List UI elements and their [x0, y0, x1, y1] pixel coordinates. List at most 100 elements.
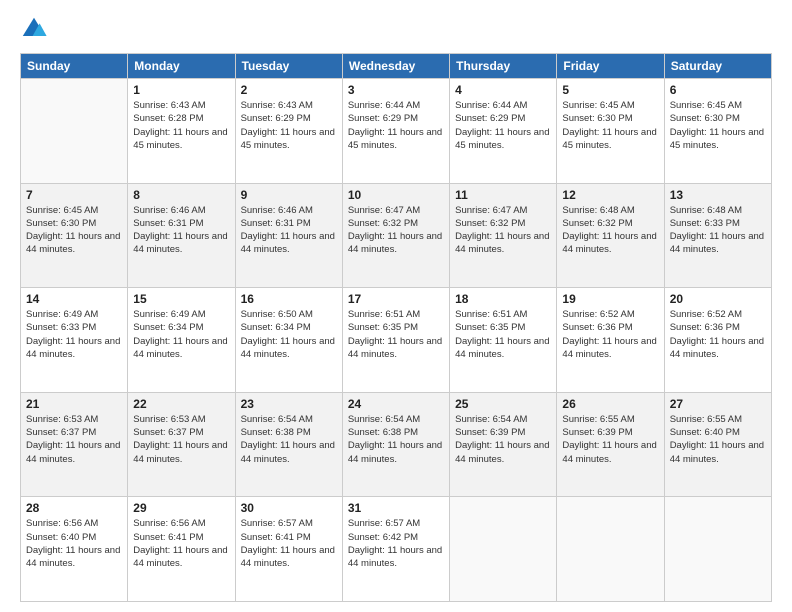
cell-info: Sunrise: 6:48 AMSunset: 6:32 PMDaylight:…: [562, 204, 658, 257]
cell-info: Sunrise: 6:46 AMSunset: 6:31 PMDaylight:…: [241, 204, 337, 257]
calendar-cell: 27Sunrise: 6:55 AMSunset: 6:40 PMDayligh…: [664, 392, 771, 497]
calendar-cell: 31 Sunrise: 6:57 AMSunset: 6:42 PMDayligh…: [342, 497, 449, 602]
calendar-cell: [450, 497, 557, 602]
cell-info: Sunrise: 6:54 AMSunset: 6:39 PMDaylight:…: [455, 413, 551, 466]
calendar-week-row: 1 Sunrise: 6:43 AMSunset: 6:28 PMDaylight…: [21, 79, 772, 184]
cell-info: Sunrise: 6:49 AMSunset: 6:34 PMDaylight:…: [133, 308, 229, 361]
cell-day-number: 3: [348, 83, 444, 97]
cell-info: Sunrise: 6:49 AMSunset: 6:33 PMDaylight:…: [26, 308, 122, 361]
calendar-week-row: 28Sunrise: 6:56 AMSunset: 6:40 PMDayligh…: [21, 497, 772, 602]
cell-day-number: 6: [670, 83, 766, 97]
cell-info: Sunrise: 6:43 AMSunset: 6:28 PMDaylight:…: [133, 99, 229, 152]
cell-day-number: 24: [348, 397, 444, 411]
calendar-cell: 2 Sunrise: 6:43 AMSunset: 6:29 PMDaylight…: [235, 79, 342, 184]
cell-info: Sunrise: 6:48 AMSunset: 6:33 PMDaylight:…: [670, 204, 766, 257]
calendar-cell: 21 Sunrise: 6:53 AMSunset: 6:37 PMDayligh…: [21, 392, 128, 497]
calendar-cell: 28Sunrise: 6:56 AMSunset: 6:40 PMDayligh…: [21, 497, 128, 602]
cell-day-number: 4: [455, 83, 551, 97]
cell-day-number: 11: [455, 188, 551, 202]
calendar-week-row: 14 Sunrise: 6:49 AMSunset: 6:33 PMDayligh…: [21, 288, 772, 393]
calendar-cell: 26 Sunrise: 6:55 AMSunset: 6:39 PMDayligh…: [557, 392, 664, 497]
calendar-cell: [21, 79, 128, 184]
calendar-cell: 12 Sunrise: 6:48 AMSunset: 6:32 PMDayligh…: [557, 183, 664, 288]
calendar-cell: 7 Sunrise: 6:45 AMSunset: 6:30 PMDaylight…: [21, 183, 128, 288]
calendar-cell: 23 Sunrise: 6:54 AMSunset: 6:38 PMDayligh…: [235, 392, 342, 497]
calendar-cell: [557, 497, 664, 602]
calendar-cell: 25 Sunrise: 6:54 AMSunset: 6:39 PMDayligh…: [450, 392, 557, 497]
cell-day-number: 12: [562, 188, 658, 202]
cell-info: Sunrise: 6:44 AMSunset: 6:29 PMDaylight:…: [455, 99, 551, 152]
calendar-cell: 8 Sunrise: 6:46 AMSunset: 6:31 PMDaylight…: [128, 183, 235, 288]
header: [20, 15, 772, 43]
cell-info: Sunrise: 6:45 AMSunset: 6:30 PMDaylight:…: [26, 204, 122, 257]
cell-day-number: 17: [348, 292, 444, 306]
cell-day-number: 21: [26, 397, 122, 411]
cell-day-number: 15: [133, 292, 229, 306]
calendar-header-row: SundayMondayTuesdayWednesdayThursdayFrid…: [21, 54, 772, 79]
cell-day-number: 29: [133, 501, 229, 515]
cell-day-number: 31: [348, 501, 444, 515]
cell-info: Sunrise: 6:56 AMSunset: 6:40 PMDaylight:…: [26, 517, 122, 570]
cell-day-number: 14: [26, 292, 122, 306]
calendar-cell: 22 Sunrise: 6:53 AMSunset: 6:37 PMDayligh…: [128, 392, 235, 497]
calendar-cell: 13Sunrise: 6:48 AMSunset: 6:33 PMDayligh…: [664, 183, 771, 288]
cell-info: Sunrise: 6:54 AMSunset: 6:38 PMDaylight:…: [241, 413, 337, 466]
logo-icon: [20, 15, 48, 43]
cell-info: Sunrise: 6:52 AMSunset: 6:36 PMDaylight:…: [562, 308, 658, 361]
calendar-cell: 6 Sunrise: 6:45 AMSunset: 6:30 PMDaylight…: [664, 79, 771, 184]
page: SundayMondayTuesdayWednesdayThursdayFrid…: [0, 0, 792, 612]
cell-info: Sunrise: 6:57 AMSunset: 6:41 PMDaylight:…: [241, 517, 337, 570]
calendar-cell: 29 Sunrise: 6:56 AMSunset: 6:41 PMDayligh…: [128, 497, 235, 602]
cell-day-number: 22: [133, 397, 229, 411]
cell-info: Sunrise: 6:47 AMSunset: 6:32 PMDaylight:…: [455, 204, 551, 257]
calendar-cell: 16Sunrise: 6:50 AMSunset: 6:34 PMDayligh…: [235, 288, 342, 393]
cell-info: Sunrise: 6:45 AMSunset: 6:30 PMDaylight:…: [562, 99, 658, 152]
cell-info: Sunrise: 6:56 AMSunset: 6:41 PMDaylight:…: [133, 517, 229, 570]
cell-info: Sunrise: 6:50 AMSunset: 6:34 PMDaylight:…: [241, 308, 337, 361]
cell-day-number: 10: [348, 188, 444, 202]
cell-day-number: 18: [455, 292, 551, 306]
cell-day-number: 1: [133, 83, 229, 97]
cell-info: Sunrise: 6:54 AMSunset: 6:38 PMDaylight:…: [348, 413, 444, 466]
calendar-cell: 17Sunrise: 6:51 AMSunset: 6:35 PMDayligh…: [342, 288, 449, 393]
calendar-cell: [664, 497, 771, 602]
calendar-week-row: 21 Sunrise: 6:53 AMSunset: 6:37 PMDayligh…: [21, 392, 772, 497]
cell-day-number: 9: [241, 188, 337, 202]
cell-info: Sunrise: 6:47 AMSunset: 6:32 PMDaylight:…: [348, 204, 444, 257]
day-header: Thursday: [450, 54, 557, 79]
calendar-cell: 1 Sunrise: 6:43 AMSunset: 6:28 PMDaylight…: [128, 79, 235, 184]
calendar-cell: 9 Sunrise: 6:46 AMSunset: 6:31 PMDaylight…: [235, 183, 342, 288]
cell-day-number: 27: [670, 397, 766, 411]
cell-day-number: 7: [26, 188, 122, 202]
day-header: Monday: [128, 54, 235, 79]
cell-day-number: 30: [241, 501, 337, 515]
calendar-cell: 19Sunrise: 6:52 AMSunset: 6:36 PMDayligh…: [557, 288, 664, 393]
logo: [20, 15, 52, 43]
cell-day-number: 5: [562, 83, 658, 97]
calendar-cell: 3 Sunrise: 6:44 AMSunset: 6:29 PMDaylight…: [342, 79, 449, 184]
cell-info: Sunrise: 6:53 AMSunset: 6:37 PMDaylight:…: [26, 413, 122, 466]
day-header: Friday: [557, 54, 664, 79]
day-header: Saturday: [664, 54, 771, 79]
calendar-cell: 30 Sunrise: 6:57 AMSunset: 6:41 PMDayligh…: [235, 497, 342, 602]
cell-info: Sunrise: 6:53 AMSunset: 6:37 PMDaylight:…: [133, 413, 229, 466]
cell-info: Sunrise: 6:44 AMSunset: 6:29 PMDaylight:…: [348, 99, 444, 152]
cell-info: Sunrise: 6:51 AMSunset: 6:35 PMDaylight:…: [455, 308, 551, 361]
cell-day-number: 20: [670, 292, 766, 306]
calendar-cell: 24 Sunrise: 6:54 AMSunset: 6:38 PMDayligh…: [342, 392, 449, 497]
calendar-cell: 4 Sunrise: 6:44 AMSunset: 6:29 PMDaylight…: [450, 79, 557, 184]
cell-day-number: 23: [241, 397, 337, 411]
cell-info: Sunrise: 6:55 AMSunset: 6:39 PMDaylight:…: [562, 413, 658, 466]
cell-info: Sunrise: 6:46 AMSunset: 6:31 PMDaylight:…: [133, 204, 229, 257]
cell-info: Sunrise: 6:57 AMSunset: 6:42 PMDaylight:…: [348, 517, 444, 570]
cell-day-number: 25: [455, 397, 551, 411]
cell-day-number: 8: [133, 188, 229, 202]
cell-info: Sunrise: 6:52 AMSunset: 6:36 PMDaylight:…: [670, 308, 766, 361]
cell-info: Sunrise: 6:45 AMSunset: 6:30 PMDaylight:…: [670, 99, 766, 152]
calendar-cell: 14 Sunrise: 6:49 AMSunset: 6:33 PMDayligh…: [21, 288, 128, 393]
calendar-cell: 20 Sunrise: 6:52 AMSunset: 6:36 PMDayligh…: [664, 288, 771, 393]
cell-day-number: 26: [562, 397, 658, 411]
calendar-cell: 15 Sunrise: 6:49 AMSunset: 6:34 PMDayligh…: [128, 288, 235, 393]
cell-day-number: 2: [241, 83, 337, 97]
cell-info: Sunrise: 6:43 AMSunset: 6:29 PMDaylight:…: [241, 99, 337, 152]
